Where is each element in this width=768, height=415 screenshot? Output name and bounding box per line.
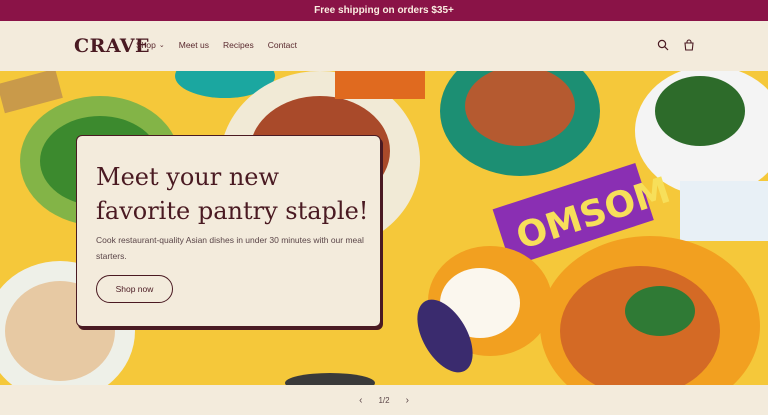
- nav-shop-label: Shop: [136, 40, 156, 50]
- next-slide-icon[interactable]: ›: [406, 395, 409, 406]
- previous-slide-icon[interactable]: ‹: [359, 395, 362, 406]
- hero-subtitle: Cook restaurant-quality Asian dishes in …: [96, 235, 364, 261]
- nav-shop[interactable]: Shop ⌄: [136, 40, 165, 50]
- hero-banner: OMSOM Meet your new favorite pantry stap…: [0, 71, 768, 385]
- search-icon[interactable]: [656, 38, 670, 52]
- shop-now-button[interactable]: Shop now: [96, 275, 173, 303]
- nav-contact[interactable]: Contact: [268, 40, 297, 50]
- site-header: CRAVE Shop ⌄ Meet us Recipes Contact: [0, 21, 768, 71]
- slideshow-pager: ‹ 1/2 ›: [0, 385, 768, 415]
- header-icons: [656, 38, 696, 52]
- cart-icon[interactable]: [682, 38, 696, 52]
- announcement-bar: Free shipping on orders $35+: [0, 0, 768, 21]
- slide-counter: 1/2: [378, 395, 390, 405]
- nav-recipes[interactable]: Recipes: [223, 40, 254, 50]
- main-nav: Shop ⌄ Meet us Recipes Contact: [136, 40, 297, 50]
- nav-meet-us[interactable]: Meet us: [179, 40, 209, 50]
- hero-title: Meet your new favorite pantry staple!: [96, 163, 369, 225]
- announcement-text: Free shipping on orders $35+: [314, 5, 454, 16]
- hero-card: Meet your new favorite pantry staple! Co…: [76, 135, 381, 327]
- chevron-down-icon: ⌄: [158, 42, 165, 49]
